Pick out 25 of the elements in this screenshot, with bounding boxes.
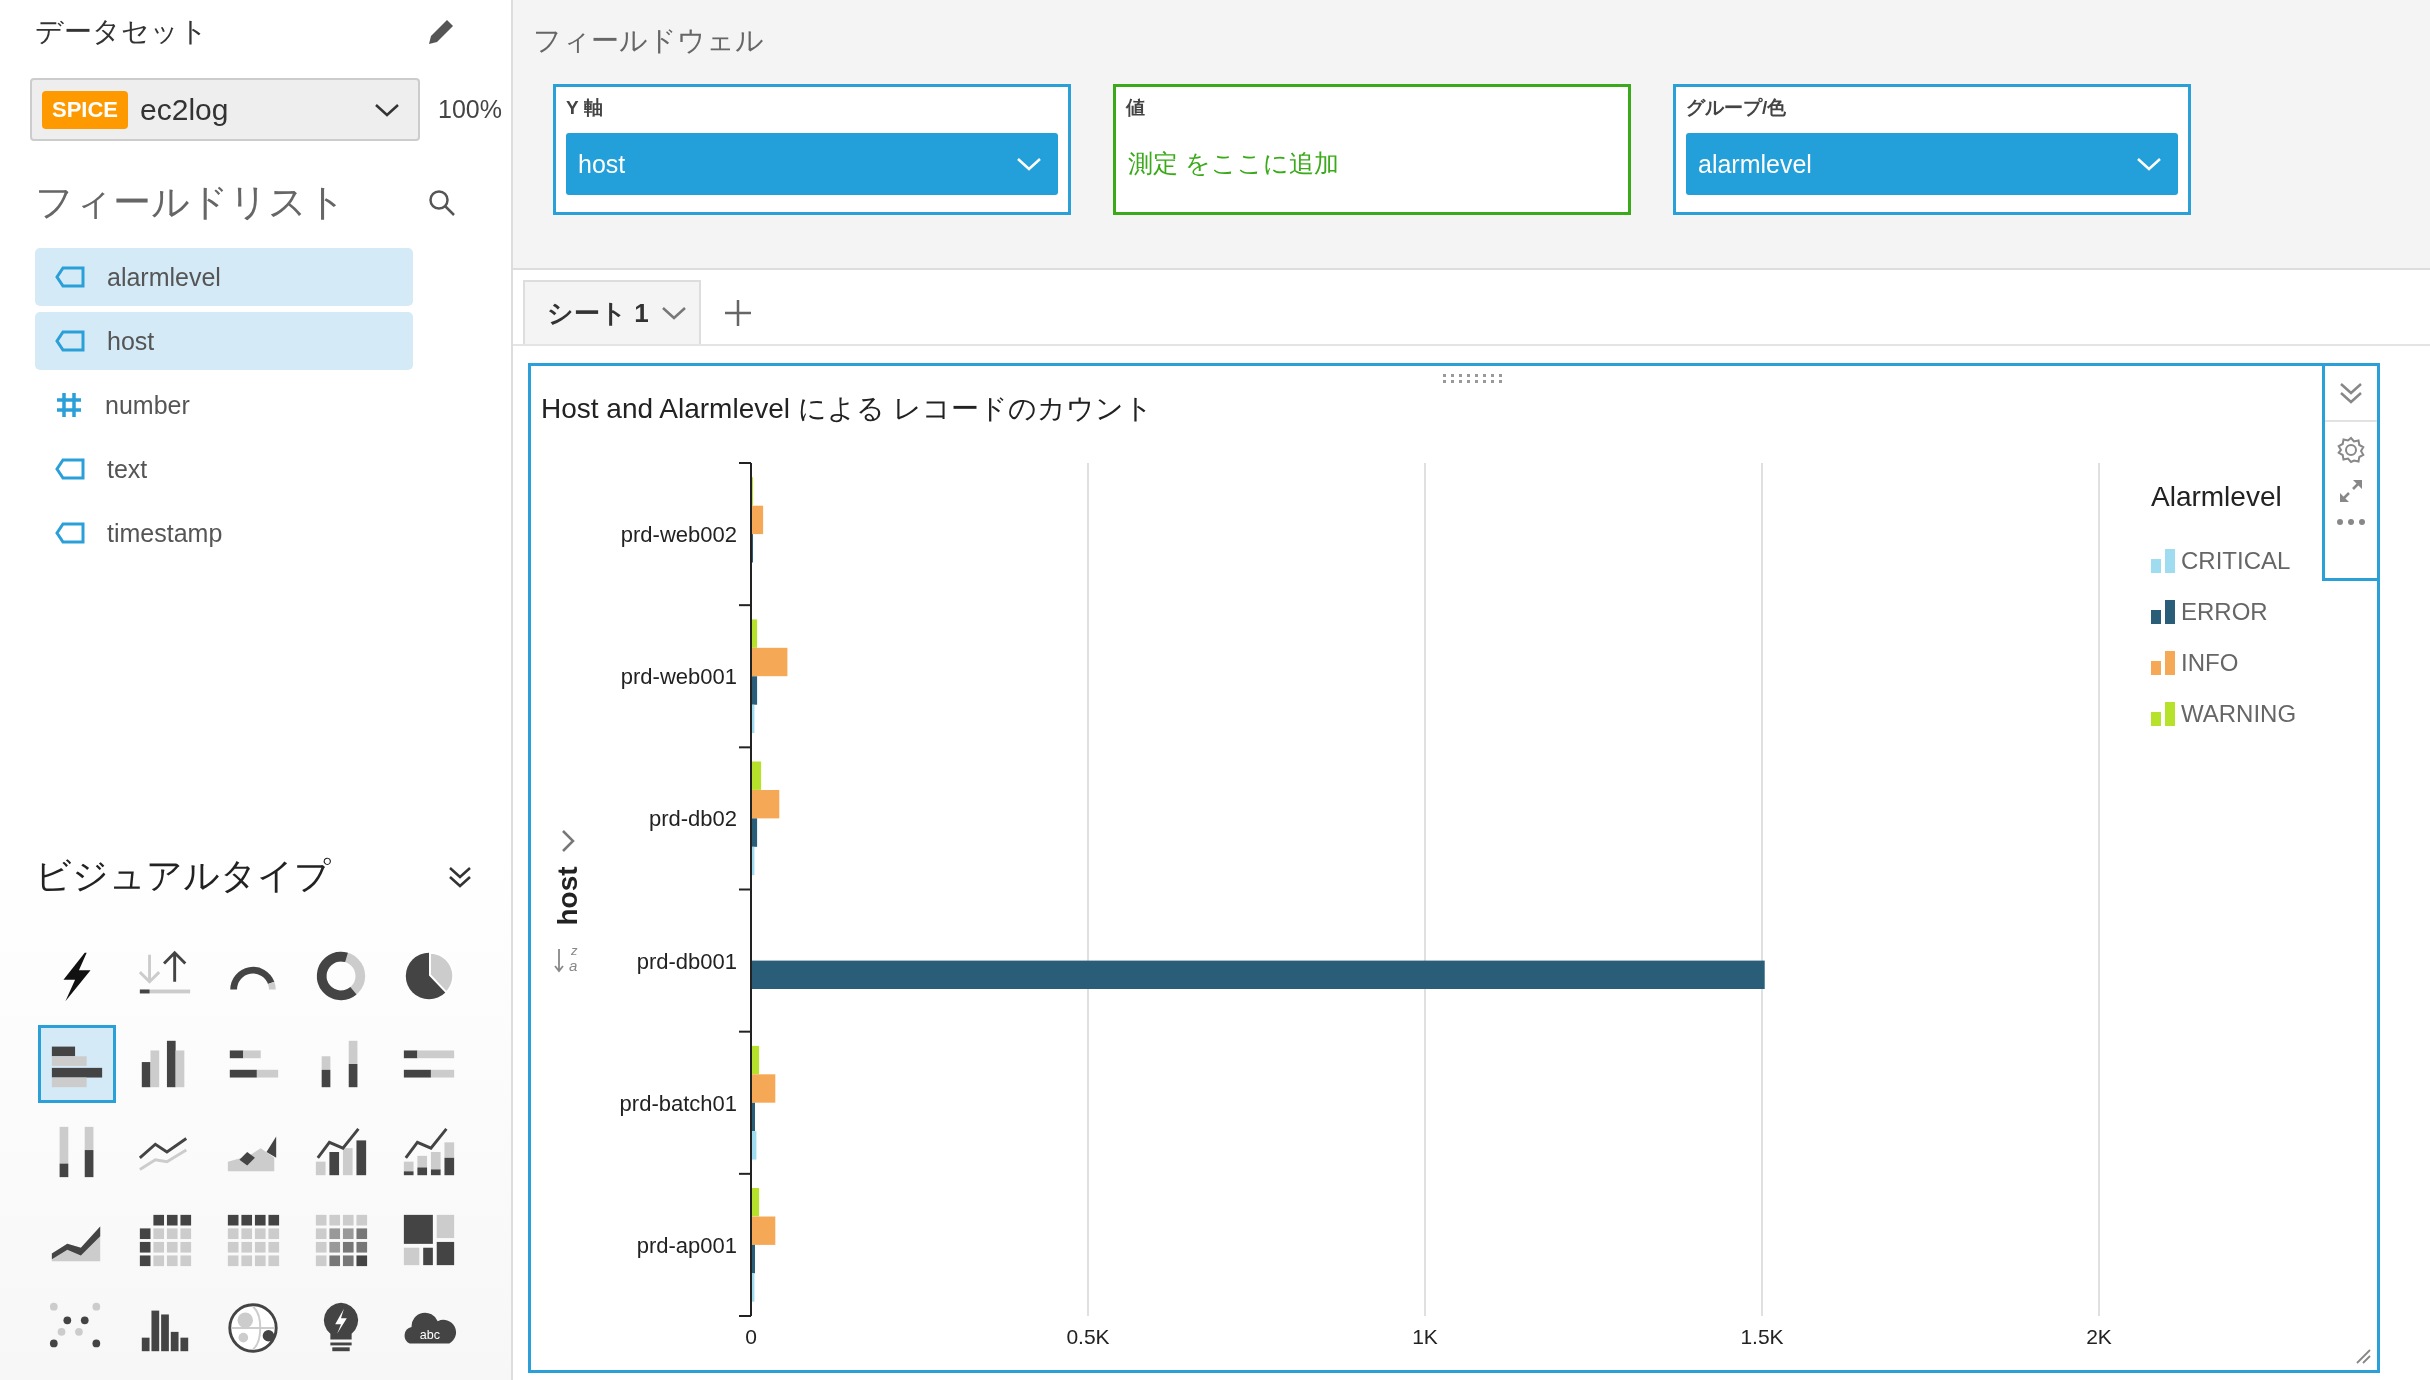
- dataset-title: データセット: [35, 15, 208, 49]
- drop-hint: 測定 をここに追加: [1127, 148, 1340, 179]
- axis-tick-label: 0: [745, 1325, 757, 1348]
- spice-badge: SPICE: [42, 90, 129, 129]
- axis-tick-label: 0.5K: [1066, 1325, 1110, 1348]
- category-label: prd-web001: [620, 664, 737, 690]
- dataset-name: ec2log: [140, 92, 230, 127]
- axis-tick-label: 1K: [1412, 1325, 1438, 1348]
- category-label: prd-db001: [636, 948, 737, 974]
- well-label: Y 軸: [566, 96, 604, 120]
- field-list-title: フィールドリスト: [35, 180, 346, 225]
- category-label: prd-db02: [648, 806, 737, 832]
- category-label: prd-ap001: [636, 1232, 737, 1258]
- axis-title: host: [552, 866, 583, 926]
- visual-types-title: ビジュアルタイプ: [35, 854, 331, 898]
- chart-title: Host and Alarmlevel による レコードのカウント: [540, 392, 1153, 426]
- well-label: グループ/色: [1686, 96, 1788, 120]
- well-label: 値: [1126, 96, 1146, 120]
- spice-percent: 100%: [438, 95, 502, 124]
- legend-title: Alarmlevel: [2151, 481, 2283, 513]
- category-label: prd-web002: [620, 522, 737, 548]
- field-wells-title: フィールドウェル: [532, 24, 764, 58]
- axis-tick-label: 2K: [2086, 1325, 2112, 1348]
- axis-tick-label: 1.5K: [1740, 1325, 1784, 1348]
- category-label: prd-batch01: [619, 1090, 737, 1116]
